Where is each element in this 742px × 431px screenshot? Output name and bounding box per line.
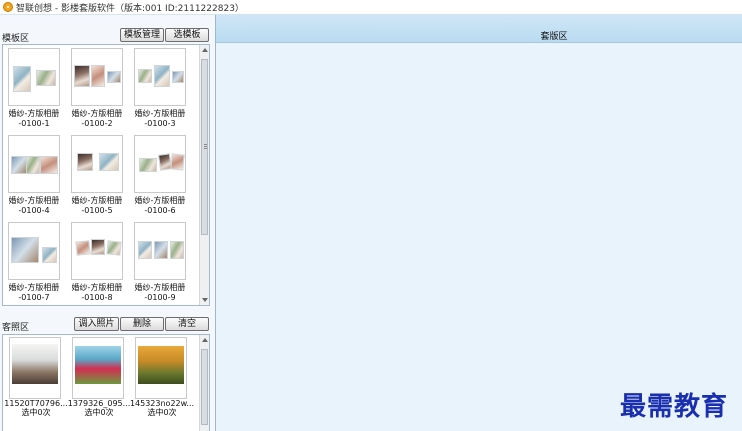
template-item[interactable]: 婚纱-方版相册 -0100-1 <box>3 48 65 136</box>
photo-selected-count: 选中0次 <box>84 408 114 417</box>
template-thumbnail <box>71 48 123 106</box>
template-caption: 婚纱-方版相册 -0100-3 <box>134 109 186 128</box>
photo-filename: 1379326_095... <box>67 399 131 408</box>
photo-thumbnail <box>72 337 124 399</box>
photo-item[interactable]: 145323no22w... 选中0次 <box>129 337 194 423</box>
left-pane: 模板区 模板管理 选模板 婚纱-方版相册 -0100-1 婚纱-方版相册 -0100… <box>0 15 216 431</box>
template-thumbnail <box>134 48 186 106</box>
template-panel-header: 模板区 模板管理 选模板 <box>0 27 215 44</box>
template-item[interactable]: 婚纱-方版相册 -0100-7 <box>3 222 65 305</box>
template-item[interactable]: 婚纱-方版相册 -0100-8 <box>66 222 128 305</box>
template-item[interactable]: 婚纱-方版相册 -0100-9 <box>129 222 191 305</box>
scroll-up-icon[interactable] <box>202 48 208 52</box>
template-caption: 婚纱-方版相册 -0100-9 <box>134 283 186 302</box>
template-thumbnail <box>71 222 123 280</box>
template-caption: 婚纱-方版相册 -0100-5 <box>71 196 123 215</box>
work-area-title: 套版区 <box>540 32 568 42</box>
template-thumbnail <box>134 135 186 193</box>
template-scrollbar[interactable] <box>199 45 209 305</box>
watermark-text: 最需教育 <box>620 392 729 422</box>
photo-item[interactable]: 11520T70796... 选中0次 <box>3 337 68 423</box>
photo-thumbnail <box>135 337 187 399</box>
template-item[interactable]: 婚纱-方版相册 -0100-5 <box>66 135 128 223</box>
scroll-down-icon[interactable] <box>202 298 208 302</box>
template-thumbnail <box>8 135 60 193</box>
photo-thumbnail <box>9 337 61 399</box>
photo-scrollbar[interactable] <box>199 335 209 431</box>
photo-scroll-thumb[interactable] <box>201 349 208 425</box>
template-item[interactable]: 婚纱-方版相册 -0100-4 <box>3 135 65 223</box>
import-photos-button[interactable]: 调入照片 <box>74 317 119 331</box>
scroll-up-icon[interactable] <box>202 338 208 342</box>
select-template-button[interactable]: 选模板 <box>165 28 209 42</box>
template-caption: 婚纱-方版相册 -0100-2 <box>71 109 123 128</box>
template-caption: 婚纱-方版相册 -0100-7 <box>8 283 60 302</box>
photo-panel-header: 客照区 调入照片 删除 清空 <box>0 316 215 333</box>
template-scroll-thumb[interactable] <box>201 59 208 235</box>
template-gallery[interactable]: 婚纱-方版相册 -0100-1 婚纱-方版相册 -0100-2 婚纱-方版相册 -01… <box>2 44 210 306</box>
photo-panel-label: 客照区 <box>2 323 30 333</box>
title-bar: 智联创想 - 影楼套版软件（版本:001 ID:2111222823） <box>0 0 742 15</box>
template-item[interactable]: 婚纱-方版相册 -0100-6 <box>129 135 191 223</box>
layout-work-area[interactable]: 套版区 <box>216 15 742 431</box>
work-area-header: 套版区 <box>216 15 742 43</box>
template-caption: 婚纱-方版相册 -0100-6 <box>134 196 186 215</box>
photo-gallery[interactable]: 11520T70796... 选中0次 1379326_095... 选中0次 … <box>2 334 210 431</box>
template-caption: 婚纱-方版相册 -0100-8 <box>71 283 123 302</box>
template-thumbnail <box>71 135 123 193</box>
template-panel-label: 模板区 <box>2 34 30 44</box>
app-logo-icon <box>3 2 13 12</box>
template-thumbnail <box>8 48 60 106</box>
template-item[interactable]: 婚纱-方版相册 -0100-2 <box>66 48 128 136</box>
template-thumbnail <box>8 222 60 280</box>
template-thumbnail <box>134 222 186 280</box>
clear-button[interactable]: 清空 <box>165 317 209 331</box>
window-title: 智联创想 - 影楼套版软件（版本:001 ID:2111222823） <box>16 4 244 14</box>
template-caption: 婚纱-方版相册 -0100-1 <box>8 109 60 128</box>
photo-filename: 11520T70796... <box>4 399 68 408</box>
photo-selected-count: 选中0次 <box>147 408 177 417</box>
photo-selected-count: 选中0次 <box>21 408 51 417</box>
template-manage-button[interactable]: 模板管理 <box>120 28 164 42</box>
photo-filename: 145323no22w... <box>129 399 195 408</box>
delete-button[interactable]: 删除 <box>120 317 164 331</box>
template-item[interactable]: 婚纱-方版相册 -0100-3 <box>129 48 191 136</box>
photo-item[interactable]: 1379326_095... 选中0次 <box>66 337 130 423</box>
template-caption: 婚纱-方版相册 -0100-4 <box>8 196 60 215</box>
